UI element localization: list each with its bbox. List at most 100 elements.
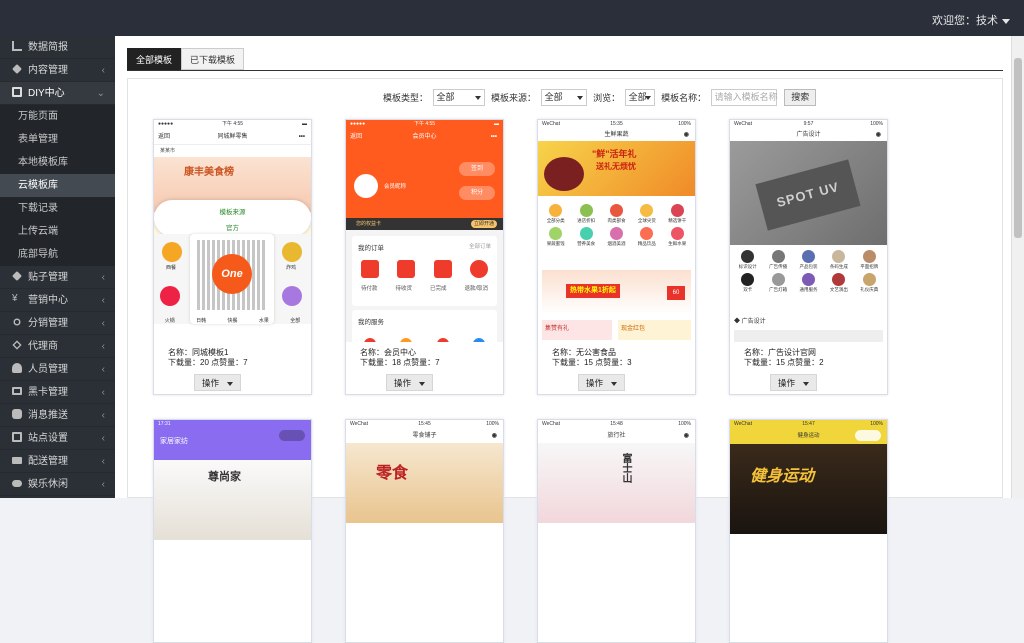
sidebar-item-push[interactable]: 消息推送 ‹ (0, 404, 115, 427)
source-select[interactable]: 全部 (540, 89, 587, 106)
template-card[interactable]: WeChat 9:57 100% 广告设计 ◉ SPOT UV 标识设计 广告传播 产… (729, 119, 888, 395)
sidebar-item-diy[interactable]: DIY中心 ⌄ (0, 82, 115, 105)
city-selector: 某某市 (160, 148, 176, 154)
template-card[interactable]: WeChat 15:45 100% 零食铺子 ◉ 零食 (345, 419, 504, 643)
sidebar-item-people[interactable]: 人员管理 ‹ (0, 358, 115, 381)
sidebar-item-leisure[interactable]: 娱乐休闲 ‹ (0, 473, 115, 496)
chevron-down-icon: ⌄ (96, 88, 105, 99)
sidebar-sub-bottom-nav[interactable]: 底部导航 (0, 243, 115, 266)
template-stats: 下载量：15 点赞量：3 (552, 358, 681, 368)
operate-button[interactable]: 操作 (386, 374, 434, 391)
sidebar-item-data[interactable]: 数据简报 (0, 36, 115, 59)
tab-all-templates[interactable]: 全部模板 (127, 48, 182, 70)
nav-bar: 返回 会员中心 ••• (350, 134, 497, 140)
sidebar-sub-universal-page[interactable]: 万能页面 (0, 105, 115, 128)
chevron-left-icon: ‹ (101, 433, 105, 444)
sidebar-item-delivery[interactable]: 配送管理 ‹ (0, 450, 115, 473)
download-count: 下载量：15 (744, 358, 785, 367)
template-preview: WeChat 15:35 100% 生鲜果蔬 ◉ "鲜"活年礼 送礼无烦忧 全部分类 … (538, 120, 695, 342)
sidebar-item-label: 配送管理 (28, 456, 68, 467)
category-label: 水果 (258, 318, 269, 324)
chevron-down-icon (576, 96, 583, 100)
card-icon (12, 387, 22, 396)
template-card[interactable]: ●●●●● 下午 4:55 ▬ 返回 同城鲜零售 ••• 某某市 康丰美食榜 模板来源 … (153, 119, 312, 395)
sidebar-item-content[interactable]: 内容管理 ‹ (0, 59, 115, 82)
template-card[interactable]: 17:31 家居家纺 尊尚家 (153, 419, 312, 643)
template-preview: ●●●●● 下午 4:55 ▬ 返回 同城鲜零售 ••• 某某市 康丰美食榜 模板来源 … (154, 120, 311, 342)
user-menu[interactable]: 欢迎您：技术 (932, 12, 1010, 28)
like-count: 点赞量：7 (211, 358, 248, 367)
sidebar-sub-upload[interactable]: 上传云端 (0, 220, 115, 243)
template-stats: 下载量：15 点赞量：2 (744, 358, 873, 368)
template-name-input[interactable]: 请输入模板名称 (710, 89, 778, 106)
operate-button[interactable]: 操作 (770, 374, 818, 391)
chevron-left-icon: ‹ (101, 479, 105, 490)
browse-select[interactable]: 全部 (624, 89, 655, 106)
sidebar-sub-downloads[interactable]: 下载记录 (0, 197, 115, 220)
banner-subtitle: 送礼无烦忧 (596, 162, 636, 171)
template-stats: 下载量：20 点赞量：7 (168, 358, 297, 368)
sidebar-item-site-settings[interactable]: 站点设置 ‹ (0, 427, 115, 450)
sidebar-item-label: 营销中心 (28, 295, 68, 306)
caret-down-icon (419, 381, 426, 386)
download-count: 下载量：20 (168, 358, 209, 367)
operate-button[interactable]: 操作 (194, 374, 242, 391)
page-scrollbar[interactable] (1011, 36, 1024, 498)
sidebar-item-label: 代理商 (28, 341, 58, 352)
search-button[interactable]: 搜索 (784, 89, 817, 106)
category-label: 火锅 (164, 318, 175, 324)
hero-text: 尊尚家 (208, 471, 241, 483)
card-info: 名称：广告设计官网 下载量：15 点赞量：2 操作 (730, 342, 887, 394)
card-info: 名称：会员中心 下载量：18 点赞量：7 操作 (346, 342, 503, 394)
template-card[interactable]: WeChat 15:35 100% 生鲜果蔬 ◉ "鲜"活年礼 送礼无烦忧 全部分类 … (537, 119, 696, 395)
hero-image: 健身运动 (730, 444, 887, 534)
wallet-icon (361, 260, 380, 278)
scrollbar-thumb[interactable] (1014, 58, 1022, 238)
chevron-left-icon: ‹ (101, 341, 105, 352)
template-card[interactable]: WeChat 15:47 100% 健身运动 健身运动 (729, 419, 888, 643)
template-panel: 模板类型： 全部 模板来源： 全部 浏览： 全部 模板名称： 请输入模板名称 搜… (127, 78, 1003, 643)
section-content (734, 330, 883, 342)
status-bar: WeChat 15:48 100% (542, 421, 691, 427)
sidebar-sub-cloud-templates[interactable]: 云模板库 (0, 174, 115, 197)
sidebar-item-label: 人员管理 (28, 364, 68, 375)
yellow-header: WeChat 15:47 100% 健身运动 (730, 420, 887, 444)
sidebar-item-marketing[interactable]: ¥ 营销中心 ‹ (0, 289, 115, 312)
chat-icon (12, 409, 22, 420)
template-name: 名称：会员中心 (360, 348, 416, 357)
sidebar-item-label: 站点设置 (28, 433, 68, 444)
chevron-left-icon: ‹ (101, 318, 105, 329)
qr-logo: One (212, 254, 252, 294)
template-name: 名称：无公害食品 (552, 348, 616, 357)
type-select-value: 全部 (436, 92, 455, 102)
users-icon (12, 363, 22, 374)
sidebar-item-blackcard[interactable]: 黑卡管理 ‹ (0, 381, 115, 404)
status-bar: ●●●●● 下午 4:55 ▬ (158, 121, 307, 127)
sidebar-sub-form[interactable]: 表单管理 (0, 128, 115, 151)
tag-icon (12, 64, 22, 75)
vip-notice: 您的权益卡 立即开通 (346, 218, 503, 230)
operate-button[interactable]: 操作 (578, 374, 626, 391)
sidebar-sub-local-templates[interactable]: 本地模板库 (0, 151, 115, 174)
category-label: 日韩 (196, 318, 207, 324)
sidebar-item-posts[interactable]: 贴子管理 ‹ (0, 266, 115, 289)
sidebar-item-agents[interactable]: 代理商 ‹ (0, 335, 115, 358)
main-content: 全部模板 已下载模板 模板类型： 全部 模板来源： 全部 浏览： 全部 模板名称… (115, 36, 1011, 643)
template-card[interactable]: WeChat 15:48 100% 旅行社 ◉ 富士山 (537, 419, 696, 643)
sidebar-item-distribution[interactable]: 分销管理 ‹ (0, 312, 115, 335)
status-bar: WeChat 15:45 100% (350, 421, 499, 427)
template-preview: WeChat 9:57 100% 广告设计 ◉ SPOT UV 标识设计 广告传播 产… (730, 120, 887, 342)
promo-banner: 热带水果1折起 60 (542, 270, 691, 314)
template-preview: ●●●●● 下午 4:55 ▬ 返回 会员中心 ••• 会员昵称 签到 积分 您的权益卡… (346, 120, 503, 342)
source-popup: 模板来源 官方 (154, 200, 311, 236)
coupon-card: 集赞有礼 (542, 320, 612, 340)
promo-number: 60 (667, 286, 685, 300)
hero-text: 零食 (376, 465, 409, 482)
sidebar-item-label: 分销管理 (28, 318, 68, 329)
type-select[interactable]: 全部 (432, 89, 485, 106)
template-card[interactable]: ●●●●● 下午 4:55 ▬ 返回 会员中心 ••• 会员昵称 签到 积分 您的权益卡… (345, 119, 504, 395)
nav-bar: 旅行社 ◉ (607, 433, 689, 439)
gamepad-icon (12, 479, 22, 487)
hero-text: 富士山 (620, 453, 631, 483)
tab-downloaded-templates[interactable]: 已下载模板 (181, 48, 245, 70)
